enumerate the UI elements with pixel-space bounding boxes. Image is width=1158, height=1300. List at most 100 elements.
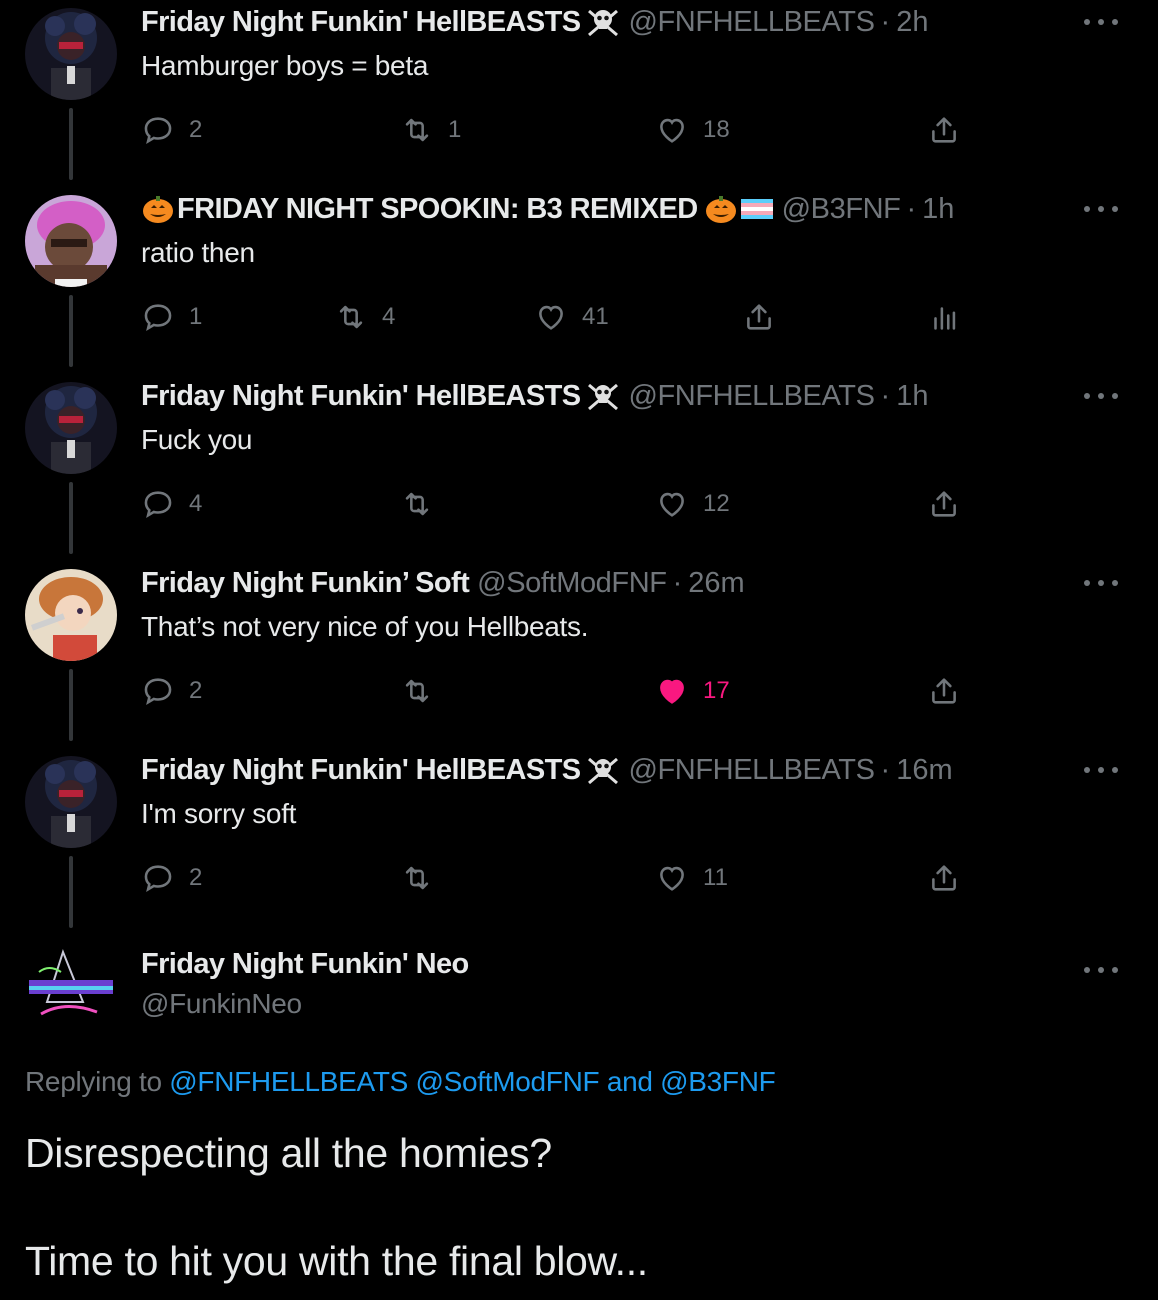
- tweet[interactable]: FRIDAY NIGHT SPOOKIN: B3 REMIXED @B3FNF …: [0, 187, 1158, 374]
- reply-icon: [141, 487, 175, 521]
- avatar[interactable]: [25, 8, 117, 100]
- avatar[interactable]: [25, 756, 117, 848]
- user-handle[interactable]: @FunkinNeo: [141, 988, 302, 1020]
- reply-count: 2: [189, 677, 203, 704]
- share-button[interactable]: [742, 295, 776, 339]
- more-options-button[interactable]: [1084, 10, 1118, 34]
- display-name[interactable]: Friday Night Funkin' Neo: [141, 948, 469, 981]
- more-options-button[interactable]: [1084, 958, 1118, 982]
- reply-thread: Friday Night Funkin' HellBEASTS @FNFHELL…: [0, 0, 1158, 1300]
- display-name[interactable]: Friday Night Funkin' HellBEASTS: [141, 4, 581, 40]
- skull-crossbones-icon: [586, 755, 620, 785]
- replying-to-label: Replying to: [25, 1066, 162, 1097]
- like-button[interactable]: 17: [655, 669, 730, 713]
- share-icon: [742, 300, 776, 334]
- reply-button[interactable]: 4: [141, 482, 202, 526]
- mention-and-label: and: [606, 1066, 653, 1097]
- like-button[interactable]: 12: [655, 482, 730, 526]
- like-button[interactable]: 41: [534, 295, 609, 339]
- tweet-text-line: Time to hit you with the final blow...: [25, 1238, 648, 1284]
- tweet-text: ratio then: [141, 237, 255, 268]
- heart-icon: [655, 113, 689, 147]
- mention-link[interactable]: @FNFHELLBEATS: [169, 1066, 408, 1097]
- user-handle[interactable]: @SoftModFNF: [477, 565, 667, 601]
- display-name[interactable]: Friday Night Funkin' HellBEASTS: [141, 378, 581, 414]
- share-button[interactable]: [927, 856, 961, 900]
- tweet[interactable]: Friday Night Funkin’ Soft @SoftModFNF · …: [0, 561, 1158, 748]
- display-name[interactable]: FRIDAY NIGHT SPOOKIN: B3 REMIXED: [177, 191, 698, 227]
- tweet[interactable]: Friday Night Funkin' HellBEASTS @FNFHELL…: [0, 748, 1158, 935]
- skull-crossbones-icon: [586, 7, 620, 37]
- reply-button[interactable]: 2: [141, 669, 202, 713]
- tweet-text: That’s not very nice of you Hellbeats.: [141, 611, 589, 642]
- share-icon: [927, 674, 961, 708]
- user-handle[interactable]: @FNFHELLBEATS: [628, 752, 874, 788]
- avatar[interactable]: [25, 569, 117, 661]
- user-handle[interactable]: @B3FNF: [782, 191, 901, 227]
- retweet-icon: [334, 300, 368, 334]
- reply-count: 4: [189, 490, 203, 517]
- tweet-text-line: Disrespecting all the homies?: [25, 1130, 552, 1176]
- tweet[interactable]: Friday Night Funkin' HellBEASTS @FNFHELL…: [0, 0, 1158, 187]
- tweet-text: I'm sorry soft: [141, 798, 297, 829]
- tweet-text: Hamburger boys = beta: [141, 50, 429, 81]
- mention-link[interactable]: @SoftModFNF: [416, 1066, 600, 1097]
- retweet-count: 4: [382, 303, 396, 330]
- transgender-flag-icon: [740, 194, 774, 224]
- tweet-text: Fuck you: [141, 424, 253, 455]
- more-options-button[interactable]: [1084, 197, 1118, 221]
- retweet-icon: [400, 674, 434, 708]
- timestamp[interactable]: 16m: [896, 752, 952, 788]
- reply-icon: [141, 300, 175, 334]
- display-name[interactable]: Friday Night Funkin’ Soft: [141, 565, 470, 601]
- heart-icon: [655, 487, 689, 521]
- reply-icon: [141, 861, 175, 895]
- tweet-actions: 4 12: [0, 482, 1158, 526]
- share-button[interactable]: [927, 482, 961, 526]
- like-button[interactable]: 18: [655, 108, 730, 152]
- more-options-button[interactable]: [1084, 758, 1118, 782]
- like-count: 18: [703, 116, 730, 143]
- user-handle[interactable]: @FNFHELLBEATS: [628, 378, 874, 414]
- user-handle[interactable]: @FNFHELLBEATS: [628, 4, 874, 40]
- timestamp[interactable]: 1h: [896, 378, 928, 414]
- retweet-button[interactable]: [400, 482, 448, 526]
- share-icon: [927, 861, 961, 895]
- avatar[interactable]: [25, 942, 117, 1034]
- analytics-button[interactable]: [927, 295, 961, 339]
- timestamp[interactable]: 2h: [896, 4, 928, 40]
- reply-icon: [141, 113, 175, 147]
- retweet-button[interactable]: [400, 669, 448, 713]
- separator: ·: [672, 567, 683, 599]
- retweet-button[interactable]: 1: [400, 108, 461, 152]
- mention-link[interactable]: @B3FNF: [660, 1066, 776, 1097]
- reply-button[interactable]: 1: [141, 295, 202, 339]
- reply-button[interactable]: 2: [141, 856, 202, 900]
- replying-to: Replying to @FNFHELLBEATS @SoftModFNF an…: [25, 1066, 776, 1098]
- retweet-icon: [400, 113, 434, 147]
- reply-button[interactable]: 2: [141, 108, 202, 152]
- heart-filled-icon: [655, 674, 689, 708]
- share-button[interactable]: [927, 669, 961, 713]
- tweet[interactable]: Friday Night Funkin' HellBEASTS @FNFHELL…: [0, 374, 1158, 561]
- avatar[interactable]: [25, 382, 117, 474]
- avatar[interactable]: [25, 195, 117, 287]
- retweet-count: 1: [448, 116, 462, 143]
- retweet-button[interactable]: 4: [334, 295, 395, 339]
- timestamp[interactable]: 26m: [688, 565, 744, 601]
- analytics-icon: [927, 300, 961, 334]
- more-options-button[interactable]: [1084, 384, 1118, 408]
- jack-o-lantern-icon: [141, 194, 175, 224]
- retweet-button[interactable]: [400, 856, 448, 900]
- more-options-button[interactable]: [1084, 571, 1118, 595]
- display-name[interactable]: Friday Night Funkin' HellBEASTS: [141, 752, 581, 788]
- timestamp[interactable]: 1h: [922, 191, 954, 227]
- tweet-header: Friday Night Funkin' HellBEASTS @FNFHELL…: [141, 4, 928, 40]
- tweet-actions: 1 4 41: [0, 295, 1158, 339]
- share-button[interactable]: [927, 108, 961, 152]
- separator: ·: [906, 193, 917, 225]
- tweet-actions: 2 11: [0, 856, 1158, 900]
- reply-count: 2: [189, 864, 203, 891]
- tweet-actions: 2 1 18: [0, 108, 1158, 152]
- like-button[interactable]: 11: [655, 856, 728, 900]
